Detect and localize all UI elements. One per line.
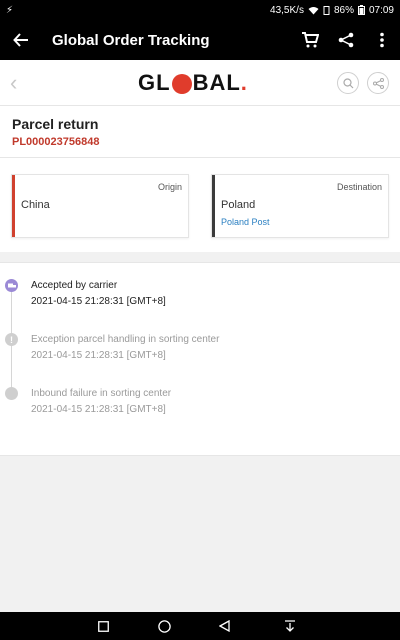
usb-debug-icon: ⚡ bbox=[6, 4, 14, 16]
share-button[interactable] bbox=[328, 20, 364, 60]
wifi-icon bbox=[308, 6, 319, 14]
cart-icon bbox=[302, 32, 319, 48]
recents-button[interactable] bbox=[88, 612, 118, 640]
share-icon bbox=[372, 77, 384, 89]
back-arrow-icon bbox=[13, 33, 28, 47]
logo-text-suffix: BAL bbox=[192, 70, 241, 95]
status-bar: ⚡ 43,5K/s 86% 07:09 bbox=[0, 0, 400, 20]
parcel-title: Parcel return bbox=[12, 116, 99, 132]
network-speed: 43,5K/s bbox=[270, 4, 304, 16]
vibrate-icon bbox=[323, 5, 330, 15]
app-title: Global Order Tracking bbox=[52, 31, 210, 49]
clock: 07:09 bbox=[368, 4, 394, 16]
logo-dot: . bbox=[240, 70, 248, 95]
square-icon bbox=[97, 620, 109, 632]
cart-button[interactable] bbox=[292, 20, 328, 60]
page-back-icon[interactable]: ‹ bbox=[10, 72, 17, 94]
search-icon bbox=[342, 77, 353, 88]
event-time: 2021-04-15 21:28:31 [GMT+8] bbox=[31, 296, 166, 307]
back-button[interactable] bbox=[0, 20, 42, 60]
search-button[interactable] bbox=[337, 72, 359, 94]
battery-icon bbox=[357, 5, 365, 15]
destination-carrier-link[interactable]: Poland Post bbox=[221, 217, 270, 227]
battery-level: 86% bbox=[333, 4, 354, 16]
system-nav-bar bbox=[0, 612, 400, 640]
circle-icon bbox=[157, 619, 171, 633]
share-icon bbox=[338, 32, 354, 48]
tracking-timeline: Accepted by carrier 2021-04-15 21:28:31 … bbox=[0, 262, 400, 456]
logo-text-prefix: GL bbox=[138, 70, 171, 95]
more-options-button[interactable] bbox=[364, 20, 400, 60]
app-bar: Global Order Tracking bbox=[0, 20, 400, 60]
event-title: Inbound failure in sorting center bbox=[31, 388, 172, 399]
origin-card: Origin China bbox=[11, 174, 189, 238]
exclamation-icon: ! bbox=[5, 333, 18, 346]
origin-label: Origin bbox=[157, 182, 182, 192]
notification-pulldown-button[interactable] bbox=[275, 612, 305, 640]
origin-accent-bar bbox=[12, 175, 15, 237]
origin-country: China bbox=[21, 199, 50, 211]
event-time: 2021-04-15 21:28:31 [GMT+8] bbox=[31, 350, 166, 361]
parcel-summary: Parcel return PL000023756848 bbox=[0, 106, 400, 158]
tracking-number: PL000023756848 bbox=[12, 136, 100, 148]
globe-icon bbox=[171, 74, 192, 94]
triangle-back-icon bbox=[218, 620, 230, 632]
pull-down-icon bbox=[285, 619, 295, 632]
site-header: ‹ GL BAL. bbox=[0, 60, 400, 106]
dot-icon bbox=[5, 387, 18, 400]
event-title: Accepted by carrier bbox=[31, 280, 118, 291]
destination-label: Destination bbox=[336, 182, 382, 192]
destination-card: Destination Poland Poland Post bbox=[211, 174, 389, 238]
destination-country: Poland bbox=[221, 199, 256, 211]
more-vert-icon bbox=[380, 32, 384, 48]
global-logo[interactable]: GL BAL. bbox=[138, 70, 248, 96]
route-section: Origin China Destination Poland Poland P… bbox=[0, 158, 400, 252]
truck-icon bbox=[5, 279, 18, 292]
event-title: Exception parcel handling in sorting cen… bbox=[31, 334, 220, 345]
system-back-button[interactable] bbox=[209, 612, 239, 640]
destination-accent-bar bbox=[212, 175, 215, 237]
status-indicators: 43,5K/s 86% 07:09 bbox=[270, 5, 394, 16]
header-share-button[interactable] bbox=[367, 72, 389, 94]
home-button[interactable] bbox=[149, 612, 179, 640]
event-time: 2021-04-15 21:28:31 [GMT+8] bbox=[31, 404, 166, 415]
